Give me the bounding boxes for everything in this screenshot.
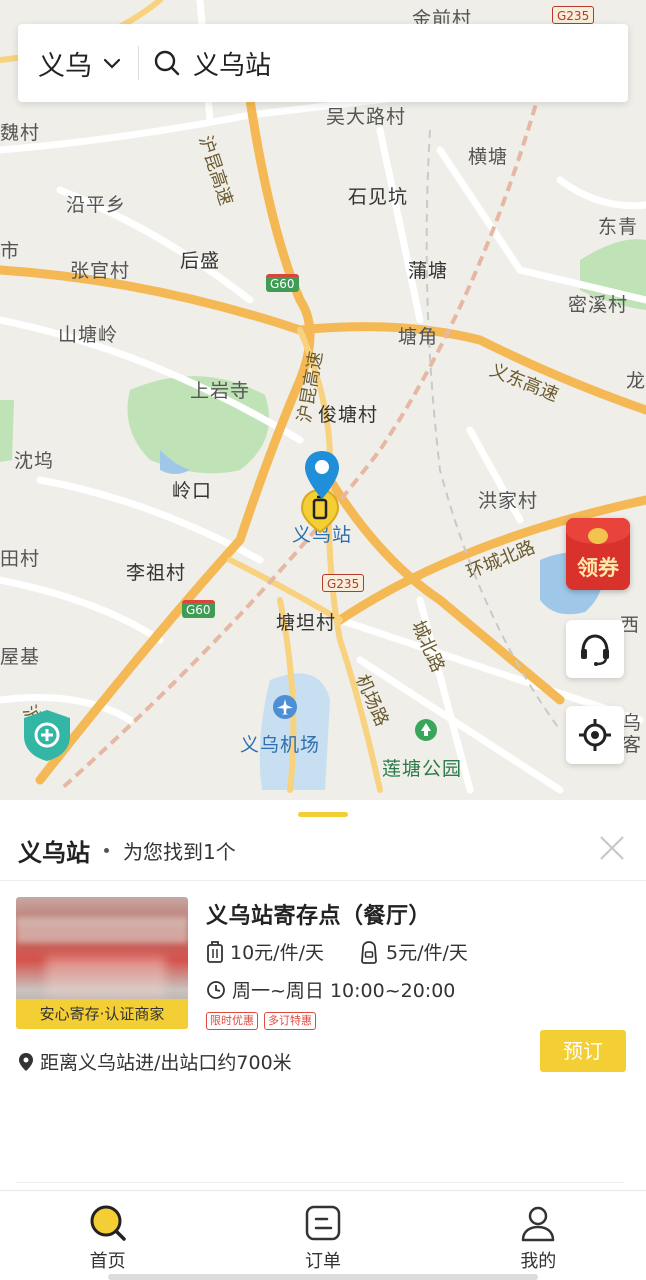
map-label: 洪家村 bbox=[478, 490, 539, 512]
map-label: 田村 bbox=[0, 548, 41, 570]
search-bar: 义乌 义乌站 bbox=[18, 24, 628, 102]
map-label: 岭口 bbox=[172, 480, 213, 502]
search-divider bbox=[138, 46, 139, 80]
map-label: 龙 bbox=[626, 370, 646, 392]
store-photo: 安心寄存·认证商家 bbox=[16, 897, 188, 1029]
clock-icon bbox=[207, 980, 225, 999]
map-label: 石见坑 bbox=[348, 186, 409, 208]
hours-row: 周一~周日 10:00~20:00 bbox=[206, 976, 455, 1003]
store-name: 义乌站寄存点（餐厅） bbox=[206, 904, 432, 929]
promo-tag: 多订特惠 bbox=[264, 1012, 316, 1030]
map-label: 俊塘村 bbox=[318, 404, 379, 426]
airport-icon bbox=[273, 695, 297, 719]
backpack-icon bbox=[361, 940, 377, 964]
profile-icon bbox=[522, 1206, 555, 1242]
map-label: 屋基 bbox=[0, 646, 41, 668]
orders-icon bbox=[305, 1205, 341, 1241]
map-label: 塘角 bbox=[398, 326, 439, 348]
location-marker-icon bbox=[19, 1052, 33, 1071]
search-query: 义乌站 bbox=[193, 50, 272, 81]
home-search-icon bbox=[90, 1205, 126, 1241]
opening-hours: 周一~周日 10:00~20:00 bbox=[232, 980, 456, 1002]
map-label: 密溪村 bbox=[568, 294, 629, 316]
map-label: 李祖村 bbox=[126, 562, 187, 584]
safety-shield-icon bbox=[24, 710, 70, 761]
map-label: 沿平乡 bbox=[66, 194, 127, 216]
city-name: 义乌 bbox=[38, 50, 92, 82]
map-label: 塘坦村 bbox=[276, 612, 337, 634]
search-input[interactable]: 义乌站 bbox=[153, 24, 628, 102]
price-luggage: 10元/件/天 bbox=[230, 942, 324, 964]
close-icon[interactable] bbox=[598, 834, 626, 862]
price-backpack: 5元/件/天 bbox=[385, 942, 468, 964]
map-label: 市 bbox=[0, 240, 21, 262]
map-label: 山塘岭 bbox=[58, 324, 119, 346]
home-indicator bbox=[108, 1274, 538, 1280]
map-label: 上岩寺 bbox=[190, 380, 251, 402]
certified-badge: 安心寄存·认证商家 bbox=[16, 999, 188, 1029]
headset-icon bbox=[581, 634, 609, 666]
map-label: 义乌机场 bbox=[240, 734, 321, 756]
result-count: 为您找到1个 bbox=[123, 839, 236, 864]
card-divider bbox=[16, 1182, 624, 1183]
sheet-header: 义乌站 为您找到1个 bbox=[0, 822, 646, 878]
dot-separator bbox=[104, 847, 109, 853]
park-icon bbox=[415, 719, 437, 741]
coupon-seal-icon bbox=[588, 528, 608, 544]
tab-label: 我的 bbox=[520, 1251, 557, 1272]
bottom-tab-bar: 首页 订单 我的 bbox=[0, 1190, 646, 1280]
book-button[interactable]: 预订 bbox=[540, 1030, 626, 1072]
map-label: 东青 bbox=[598, 216, 639, 238]
tab-orders[interactable]: 订单 bbox=[215, 1191, 430, 1280]
customer-service-button[interactable] bbox=[566, 620, 624, 678]
route-shield-g235: G235 bbox=[552, 6, 595, 24]
crosshair-icon bbox=[579, 719, 611, 751]
tab-label: 订单 bbox=[304, 1251, 341, 1272]
map-label: 蒲塘 bbox=[408, 260, 449, 282]
map-label: 后盛 bbox=[180, 250, 221, 272]
coupon-button[interactable]: 领券 bbox=[566, 518, 630, 590]
map-label: 客 bbox=[622, 734, 643, 756]
map-label: 魏村 bbox=[0, 122, 41, 144]
safety-shield-button[interactable] bbox=[20, 708, 74, 762]
map-label: 莲塘公园 bbox=[382, 758, 463, 780]
locate-me-button[interactable] bbox=[566, 706, 624, 764]
map-view[interactable]: 金前村 魏村 吴大路村 横塘 沿平乡 石见坑 东青 张官村 后盛 蒲塘 密溪村 … bbox=[0, 0, 646, 800]
sheet-drag-handle[interactable] bbox=[298, 812, 348, 817]
price-row: 10元/件/天 5元/件/天 bbox=[206, 938, 468, 965]
sheet-divider bbox=[0, 880, 646, 881]
map-label: 横塘 bbox=[468, 146, 509, 168]
suitcase-icon bbox=[207, 940, 223, 963]
search-icon bbox=[154, 50, 180, 76]
city-selector[interactable]: 义乌 bbox=[18, 24, 122, 102]
distance-text: 距离义乌站进/出站口约700米 bbox=[40, 1052, 292, 1074]
tab-profile[interactable]: 我的 bbox=[431, 1191, 646, 1280]
tab-label: 首页 bbox=[89, 1251, 126, 1272]
route-shield-g235: G235 bbox=[322, 574, 365, 592]
results-sheet: 义乌站 为您找到1个 安心寄存·认证商家 义乌站寄存点（餐厅） 10元/件/天 bbox=[0, 800, 646, 1190]
map-label: 张官村 bbox=[70, 260, 131, 282]
map-label: 沈坞 bbox=[14, 450, 55, 472]
coupon-label: 领券 bbox=[577, 556, 619, 580]
chevron-down-icon bbox=[103, 58, 121, 69]
storage-result-card[interactable]: 安心寄存·认证商家 义乌站寄存点（餐厅） 10元/件/天 5元/件/天 周一~周… bbox=[0, 894, 646, 1183]
promo-tag: 限时优惠 bbox=[206, 1012, 258, 1030]
tab-home[interactable]: 首页 bbox=[0, 1191, 215, 1280]
distance-row: 距离义乌站进/出站口约700米 bbox=[18, 1048, 292, 1075]
map-label: 吴大路村 bbox=[326, 106, 407, 128]
sheet-title: 义乌站 bbox=[18, 838, 90, 867]
location-pin-icon bbox=[305, 451, 339, 499]
route-shield-g60: G60 bbox=[266, 274, 299, 292]
promo-tags: 限时优惠 多订特惠 bbox=[206, 1012, 322, 1030]
route-shield-g60: G60 bbox=[182, 600, 215, 618]
